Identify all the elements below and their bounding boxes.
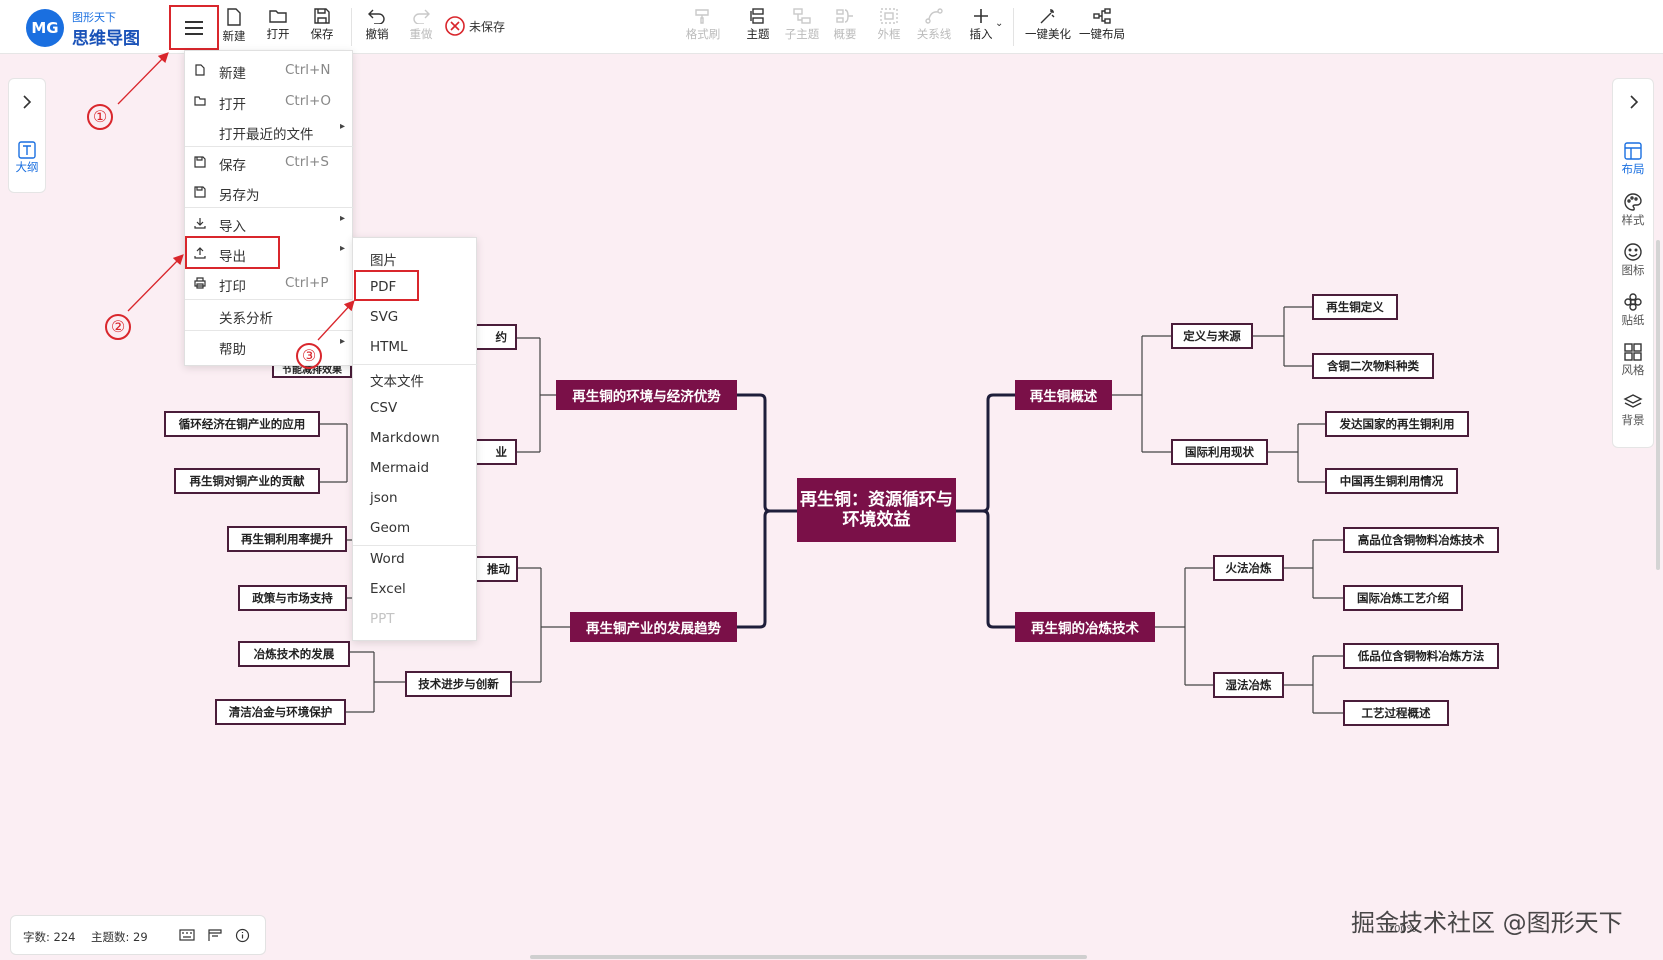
export-csv[interactable]: CSV <box>370 400 397 416</box>
node-policy[interactable]: 政策与市场支持 <box>238 585 347 611</box>
export-svg[interactable]: SVG <box>370 309 398 325</box>
export-mermaid[interactable]: Mermaid <box>370 460 429 476</box>
export-text[interactable]: 文本文件 <box>370 370 424 390</box>
export-highlight-box <box>185 236 280 269</box>
node-high-grade[interactable]: 高品位含铜物料冶炼技术 <box>1343 527 1499 553</box>
annotation-marker-1: ① <box>87 104 113 130</box>
menu-item-import[interactable]: 导入 ▸ <box>185 209 354 237</box>
branch-overview[interactable]: 再生铜概述 <box>1015 380 1112 410</box>
save-as-icon <box>194 186 206 198</box>
submenu-arrow-icon: ▸ <box>339 213 345 224</box>
menu-item-open[interactable]: 打开 Ctrl+O <box>185 87 354 115</box>
menu-item-new[interactable]: 新建 Ctrl+N <box>185 56 354 84</box>
import-icon <box>194 218 206 229</box>
node-process[interactable]: 工艺过程概述 <box>1343 700 1449 726</box>
menu-divider <box>185 299 354 300</box>
branch-smelting[interactable]: 再生铜的冶炼技术 <box>1015 612 1155 642</box>
menu-item-shortcut: Ctrl+P <box>285 275 329 291</box>
export-excel[interactable]: Excel <box>370 581 406 597</box>
menu-item-shortcut: Ctrl+S <box>285 154 329 170</box>
submenu-arrow-icon: ▸ <box>339 243 345 254</box>
node-intl-status[interactable]: 国际利用现状 <box>1171 439 1268 465</box>
node-env-hidden-mid[interactable]: 业 <box>472 439 517 465</box>
word-count: 字数: 224 <box>23 930 76 944</box>
node-developed[interactable]: 发达国家的再生铜利用 <box>1325 411 1469 437</box>
menu-divider <box>185 330 354 331</box>
topic-count: 主题数: 29 <box>91 930 148 944</box>
vertical-scrollbar[interactable] <box>1656 240 1660 570</box>
node-push[interactable]: 推动 <box>472 556 518 582</box>
annotation-marker-2: ② <box>105 314 131 340</box>
branch-trend[interactable]: 再生铜产业的发展趋势 <box>570 612 737 642</box>
menu-item-print[interactable]: 打印 Ctrl+P <box>185 269 354 297</box>
node-types[interactable]: 含铜二次物料种类 <box>1312 353 1434 379</box>
menu-item-label: 关系分析 <box>219 311 273 327</box>
menu-divider <box>353 364 478 365</box>
save-icon <box>194 156 206 168</box>
minimap-icon[interactable] <box>207 928 223 945</box>
menu-item-label: 另存为 <box>219 188 260 204</box>
menu-divider <box>353 545 478 546</box>
menu-item-label: 帮助 <box>219 342 246 358</box>
node-contribution[interactable]: 再生铜对铜产业的贡献 <box>174 468 320 494</box>
pdf-highlight-box <box>354 270 419 301</box>
menu-item-shortcut: Ctrl+O <box>285 93 331 109</box>
node-innovation[interactable]: 技术进步与创新 <box>405 671 512 697</box>
menu-divider <box>185 207 354 208</box>
menu-item-relation-analysis[interactable]: 关系分析 <box>185 301 354 329</box>
annotation-marker-3: ③ <box>296 343 322 369</box>
export-word[interactable]: Word <box>370 551 405 567</box>
node-china[interactable]: 中国再生铜利用情况 <box>1325 468 1458 494</box>
menu-item-help[interactable]: 帮助 ▸ <box>185 332 354 360</box>
submenu-arrow-icon: ▸ <box>339 121 345 132</box>
submenu-arrow-icon: ▸ <box>339 336 345 347</box>
menu-item-save-as[interactable]: 另存为 <box>185 178 354 206</box>
menu-item-label: 新建 <box>219 66 246 82</box>
export-image[interactable]: 图片 <box>370 249 397 269</box>
export-markdown[interactable]: Markdown <box>370 430 440 446</box>
node-circular-app[interactable]: 循环经济在铜产业的应用 <box>164 411 320 437</box>
main-menu: 新建 Ctrl+N 打开 Ctrl+O 打开最近的文件 ▸ 保存 Ctrl+S … <box>184 50 354 366</box>
folder-icon <box>194 96 206 106</box>
menu-item-shortcut: Ctrl+N <box>285 62 331 78</box>
export-ppt[interactable]: PPT <box>370 611 395 627</box>
info-icon[interactable] <box>235 928 250 946</box>
node-pyro[interactable]: 火法冶炼 <box>1213 555 1284 581</box>
export-json[interactable]: json <box>370 490 398 506</box>
node-utilization[interactable]: 再生铜利用率提升 <box>227 526 347 552</box>
new-file-icon <box>195 64 205 76</box>
node-env-hidden-top[interactable]: 约 <box>472 324 517 350</box>
menu-item-label: 保存 <box>219 158 246 174</box>
menu-item-label: 打印 <box>219 279 246 295</box>
menu-item-label: 导入 <box>219 219 246 235</box>
export-html[interactable]: HTML <box>370 339 408 355</box>
node-intl-process[interactable]: 国际冶炼工艺介绍 <box>1343 585 1463 611</box>
node-low-grade[interactable]: 低品位含铜物料冶炼方法 <box>1343 643 1499 669</box>
node-clean[interactable]: 清洁冶金与环境保护 <box>215 699 346 725</box>
watermark: 掘金技术社区 @图形天下 <box>1351 909 1623 937</box>
node-smelting-dev[interactable]: 冶炼技术的发展 <box>238 641 350 667</box>
node-def-source[interactable]: 定义与来源 <box>1171 323 1253 349</box>
root-topic[interactable]: 再生铜：资源循环与环境效益 <box>797 478 956 542</box>
branch-env-econ[interactable]: 再生铜的环境与经济优势 <box>556 380 737 410</box>
menu-divider <box>185 146 354 147</box>
menu-item-label: 打开 <box>219 97 246 113</box>
horizontal-scrollbar[interactable] <box>530 955 1087 959</box>
menu-item-save[interactable]: 保存 Ctrl+S <box>185 148 354 176</box>
node-hydro[interactable]: 湿法冶炼 <box>1213 672 1284 698</box>
export-geom[interactable]: Geom <box>370 520 410 536</box>
printer-icon <box>194 277 206 289</box>
menu-item-open-recent[interactable]: 打开最近的文件 ▸ <box>185 117 354 145</box>
keyboard-icon[interactable] <box>179 928 195 945</box>
node-definition[interactable]: 再生铜定义 <box>1312 294 1398 320</box>
status-bar: 字数: 224 主题数: 29 <box>10 915 266 955</box>
menu-item-label: 打开最近的文件 <box>219 127 314 143</box>
